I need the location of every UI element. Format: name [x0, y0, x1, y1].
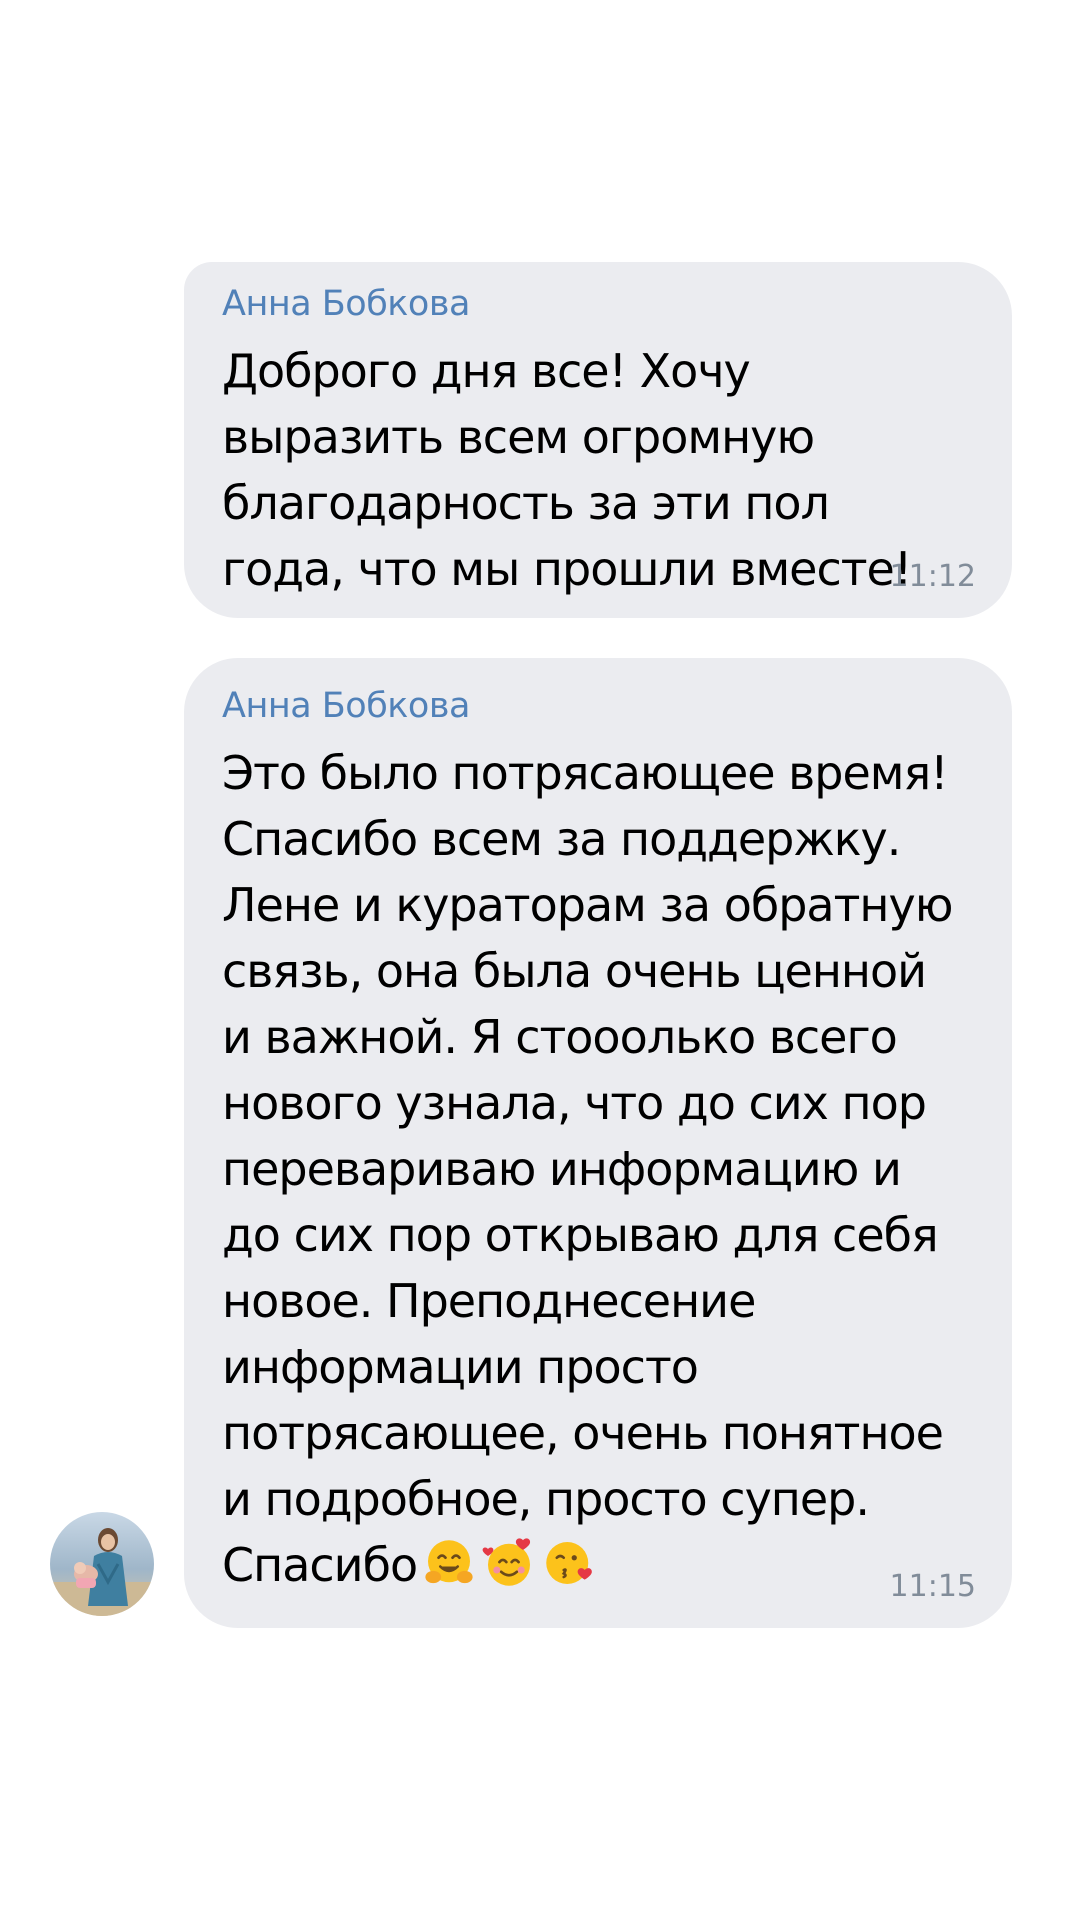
smiling-face-with-hearts-icon	[482, 1538, 531, 1586]
sender-name[interactable]: Анна Бобкова	[222, 682, 974, 730]
message-text-wrapper: Это было потрясающее время! Спасибо всем…	[222, 740, 962, 1598]
message-time: 11:12	[889, 559, 976, 594]
message-bubble-2[interactable]: Анна Бобкова Это было потрясающее время!…	[184, 658, 1012, 1628]
avatar[interactable]	[50, 1512, 154, 1616]
face-blowing-kiss-icon	[546, 1542, 592, 1584]
message-time: 11:15	[889, 1569, 976, 1604]
message-text: Это было потрясающее время! Спасибо всем…	[222, 746, 953, 1592]
avatar-image	[50, 1512, 154, 1616]
sender-name[interactable]: Анна Бобкова	[222, 280, 974, 328]
message-bubble-1[interactable]: Анна Бобкова Доброго дня все! Хочу выраз…	[184, 262, 1012, 618]
message-text: Доброго дня все! Хочу выразить всем огро…	[222, 344, 912, 596]
hugging-face-icon	[425, 1540, 473, 1584]
